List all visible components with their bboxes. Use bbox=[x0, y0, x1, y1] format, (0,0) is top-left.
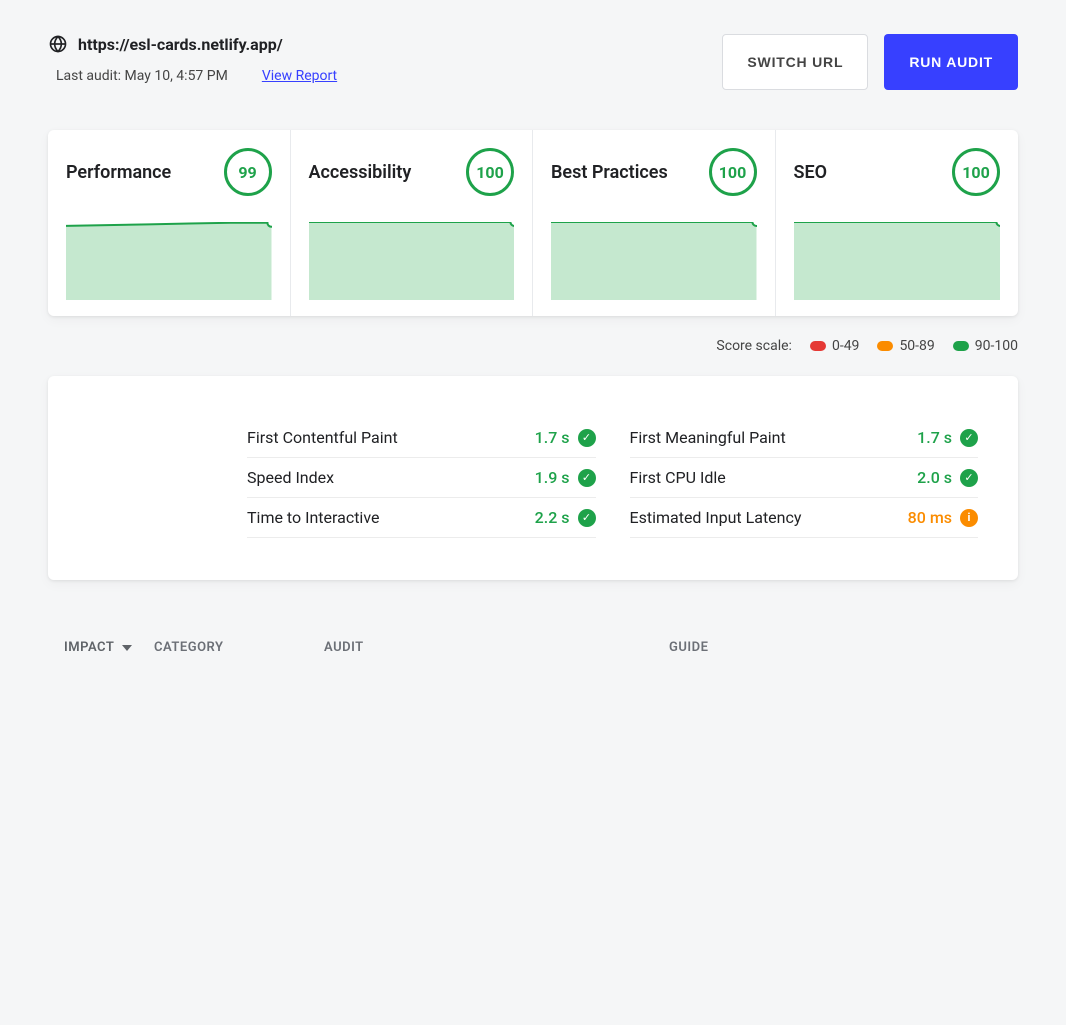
pill-green-icon bbox=[953, 341, 969, 351]
sort-desc-icon bbox=[122, 640, 132, 655]
th-audit: AUDIT bbox=[324, 640, 669, 655]
card-title: Accessibility bbox=[309, 162, 412, 183]
metric-label: First Meaningful Paint bbox=[630, 428, 786, 447]
th-impact[interactable]: IMPACT bbox=[64, 640, 154, 655]
score-cards-row: Performance 99 Accessibility 100 Best Pr… bbox=[48, 130, 1018, 316]
url-block: https://esl-cards.netlify.app/ Last audi… bbox=[48, 34, 337, 84]
card-head: SEO 100 bbox=[794, 148, 1001, 196]
card-title: Best Practices bbox=[551, 162, 668, 183]
check-circle-icon: ✓ bbox=[578, 429, 596, 447]
scale-high-text: 90-100 bbox=[975, 338, 1018, 354]
metric-label: First CPU Idle bbox=[630, 468, 726, 487]
metric-value: 80 ms i bbox=[908, 508, 978, 527]
score-ring: 100 bbox=[466, 148, 514, 196]
scale-low-text: 0-49 bbox=[832, 338, 859, 354]
score-card[interactable]: SEO 100 bbox=[776, 130, 1019, 316]
metrics-spacer bbox=[88, 418, 213, 538]
url-line: https://esl-cards.netlify.app/ bbox=[48, 34, 337, 54]
check-circle-icon: ✓ bbox=[960, 469, 978, 487]
switch-url-button[interactable]: SWITCH URL bbox=[722, 34, 868, 90]
card-head: Best Practices 100 bbox=[551, 148, 757, 196]
metric-row: First CPU Idle 2.0 s ✓ bbox=[630, 458, 979, 498]
check-circle-icon: ✓ bbox=[578, 469, 596, 487]
page-header: https://esl-cards.netlify.app/ Last audi… bbox=[48, 34, 1018, 90]
th-impact-label: IMPACT bbox=[64, 640, 114, 655]
metric-value: 1.7 s ✓ bbox=[535, 428, 596, 447]
score-scale-label: Score scale: bbox=[716, 338, 792, 354]
check-circle-icon: ✓ bbox=[960, 429, 978, 447]
card-head: Accessibility 100 bbox=[309, 148, 515, 196]
last-audit-line: Last audit: May 10, 4:57 PM View Report bbox=[48, 68, 337, 84]
opportunities-table-header: IMPACT CATEGORY AUDIT GUIDE bbox=[48, 640, 1018, 655]
metric-row: Time to Interactive 2.2 s ✓ bbox=[247, 498, 596, 538]
metric-row: Estimated Input Latency 80 ms i bbox=[630, 498, 979, 538]
card-head: Performance 99 bbox=[66, 148, 272, 196]
pill-orange-icon bbox=[877, 341, 893, 351]
audit-url: https://esl-cards.netlify.app/ bbox=[78, 35, 283, 54]
metrics-card: First Contentful Paint 1.7 s ✓ Speed Ind… bbox=[48, 376, 1018, 580]
metric-label: Estimated Input Latency bbox=[630, 508, 802, 527]
sparkline-chart bbox=[66, 222, 272, 300]
globe-icon bbox=[48, 34, 68, 54]
metric-label: First Contentful Paint bbox=[247, 428, 398, 447]
th-guide: GUIDE bbox=[669, 640, 1002, 655]
pill-red-icon bbox=[810, 341, 826, 351]
scale-low: 0-49 bbox=[810, 338, 859, 354]
sparkline-chart bbox=[794, 222, 1001, 300]
run-audit-button[interactable]: RUN AUDIT bbox=[884, 34, 1018, 90]
scale-mid: 50-89 bbox=[877, 338, 934, 354]
check-circle-icon: ✓ bbox=[578, 509, 596, 527]
card-title: SEO bbox=[794, 162, 828, 183]
sparkline-chart bbox=[551, 222, 757, 300]
metric-row: First Meaningful Paint 1.7 s ✓ bbox=[630, 418, 979, 458]
last-audit-text: Last audit: May 10, 4:57 PM bbox=[56, 68, 228, 84]
metric-label: Time to Interactive bbox=[247, 508, 379, 527]
scale-mid-text: 50-89 bbox=[899, 338, 934, 354]
metric-value: 2.0 s ✓ bbox=[917, 468, 978, 487]
sparkline-chart bbox=[309, 222, 515, 300]
score-card[interactable]: Accessibility 100 bbox=[291, 130, 534, 316]
score-ring: 100 bbox=[952, 148, 1000, 196]
score-card[interactable]: Performance 99 bbox=[48, 130, 291, 316]
metrics-col-left: First Contentful Paint 1.7 s ✓ Speed Ind… bbox=[247, 418, 596, 538]
metric-row: Speed Index 1.9 s ✓ bbox=[247, 458, 596, 498]
metric-value: 2.2 s ✓ bbox=[535, 508, 596, 527]
scale-high: 90-100 bbox=[953, 338, 1018, 354]
header-buttons: SWITCH URL RUN AUDIT bbox=[722, 34, 1018, 90]
score-ring: 99 bbox=[224, 148, 272, 196]
info-circle-icon: i bbox=[960, 509, 978, 527]
score-scale-legend: Score scale: 0-49 50-89 90-100 bbox=[48, 338, 1018, 354]
metric-row: First Contentful Paint 1.7 s ✓ bbox=[247, 418, 596, 458]
metric-value: 1.7 s ✓ bbox=[917, 428, 978, 447]
score-ring: 100 bbox=[709, 148, 757, 196]
score-card[interactable]: Best Practices 100 bbox=[533, 130, 776, 316]
view-report-link[interactable]: View Report bbox=[262, 68, 337, 84]
metric-value: 1.9 s ✓ bbox=[535, 468, 596, 487]
card-title: Performance bbox=[66, 162, 171, 183]
th-category: CATEGORY bbox=[154, 640, 324, 655]
metric-label: Speed Index bbox=[247, 468, 334, 487]
metrics-col-right: First Meaningful Paint 1.7 s ✓ First CPU… bbox=[630, 418, 979, 538]
